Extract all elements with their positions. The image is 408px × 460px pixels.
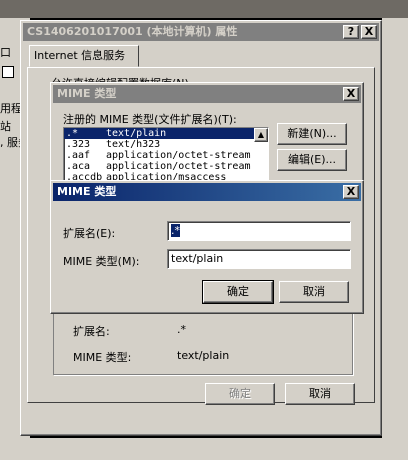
mime-list-label: 注册的 MIME 类型(文件扩展名)(T): — [63, 113, 237, 126]
mime-row-type: text/h323 — [106, 139, 161, 150]
mime-type-input-value: text/plain — [171, 252, 224, 265]
extension-input[interactable]: .* — [167, 221, 351, 241]
ok-button[interactable]: 确定 — [205, 383, 275, 405]
right-strip — [382, 18, 408, 438]
help-button[interactable]: ? — [343, 25, 359, 39]
mime-label: MIME 类型: — [73, 351, 132, 364]
mime-row-ext: .aca — [66, 161, 91, 172]
bg-window-edge — [0, 0, 408, 18]
bottom-strip — [0, 438, 408, 460]
mime-list[interactable]: .* text/plain .323 text/h323 .aaf application… — [63, 127, 269, 183]
bg-toolbar-icon — [2, 66, 14, 78]
cancel-button[interactable]: 取消 — [285, 383, 355, 405]
mime-type-input[interactable]: text/plain — [167, 249, 351, 269]
mime-row-type: application/octet-stream — [106, 150, 251, 161]
mime-value: text/plain — [177, 349, 230, 362]
mime-edit-close-button[interactable]: X — [343, 185, 359, 199]
mime-types-close-button[interactable]: X — [343, 87, 359, 101]
bg-fragment-3: 站 — [0, 120, 11, 133]
mime-edit-titlebar: MIME 类型 — [53, 183, 361, 201]
properties-title: CS1406201017001 (本地计算机) 属性 — [27, 25, 238, 38]
mime-types-titlebar: MIME 类型 — [53, 85, 361, 103]
extension-input-value: .* — [171, 224, 180, 237]
mime-row-ext: .* — [66, 128, 79, 139]
mime-row-ext: .aaf — [66, 150, 91, 161]
edit-mime-button[interactable]: 编辑(E)... — [277, 149, 347, 171]
edit-ok-button[interactable]: 确定 — [202, 280, 274, 304]
mime-list-row[interactable]: .* text/plain — [64, 128, 254, 139]
mime-row-type: text/plain — [106, 128, 167, 139]
tab-iis[interactable]: Internet 信息服务 — [29, 45, 139, 67]
mime-info-group — [53, 311, 353, 375]
mime-list-rows: .* text/plain .323 text/h323 .aaf application… — [64, 128, 254, 182]
bg-fragment-1: 口 — [0, 46, 11, 59]
close-button[interactable]: X — [361, 25, 377, 39]
edit-ext-label: 扩展名(E): — [63, 227, 116, 240]
mime-list-row[interactable]: .aca application/octet-stream — [64, 161, 254, 172]
list-scrollbar-up[interactable]: ▲ — [254, 128, 268, 142]
properties-titlebar: CS1406201017001 (本地计算机) 属性 — [23, 23, 379, 41]
ext-value: .* — [177, 323, 186, 336]
mime-row-type: application/octet-stream — [106, 161, 251, 172]
edit-mime-label: MIME 类型(M): — [63, 255, 140, 268]
mime-row-ext: .323 — [66, 139, 91, 150]
new-mime-button[interactable]: 新建(N)... — [277, 123, 347, 145]
edit-cancel-button[interactable]: 取消 — [279, 281, 349, 303]
mime-edit-dialog: MIME 类型 X 扩展名(E): .* MIME 类型(M): text/pl… — [50, 180, 364, 314]
mime-list-row[interactable]: .aaf application/octet-stream — [64, 150, 254, 161]
ext-label: 扩展名: — [73, 325, 110, 338]
mime-list-row[interactable]: .323 text/h323 — [64, 139, 254, 150]
